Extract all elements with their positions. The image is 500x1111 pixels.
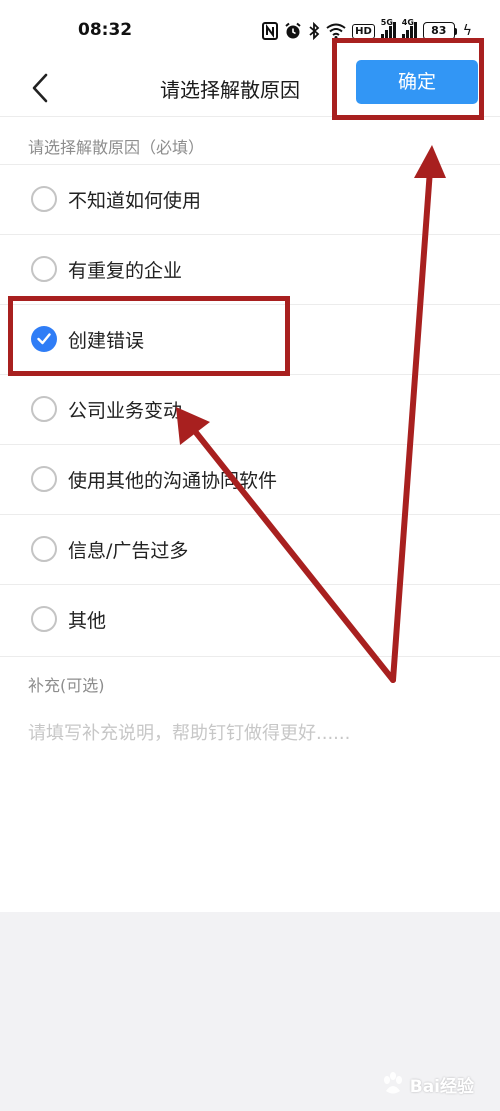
wifi-icon bbox=[326, 23, 346, 39]
hd-badge: HD bbox=[352, 23, 375, 39]
reason-option-label: 有重复的企业 bbox=[68, 260, 183, 282]
bluetooth-icon bbox=[309, 22, 320, 40]
supplement-section-label: 补充(可选) bbox=[28, 676, 105, 695]
back-button[interactable] bbox=[24, 70, 56, 106]
nfc-icon bbox=[262, 22, 279, 40]
reason-option[interactable]: 有重复的企业 bbox=[0, 234, 500, 304]
reason-option-label: 信息/广告过多 bbox=[68, 540, 189, 562]
divider bbox=[0, 656, 500, 657]
status-time: 08:32 bbox=[78, 20, 133, 40]
baidu-paw-icon bbox=[383, 1072, 402, 1094]
supplement-input[interactable] bbox=[28, 718, 468, 748]
watermark-text: Bai经验 bbox=[409, 1076, 474, 1097]
signal-4g-label: 4G bbox=[401, 18, 414, 27]
page-title: 请选择解散原因 bbox=[160, 78, 300, 102]
radio-unchecked-icon[interactable] bbox=[31, 536, 57, 562]
signal-5g-label: 5G bbox=[380, 18, 393, 27]
reasons-section-label: 请选择解散原因（必填） bbox=[28, 138, 205, 157]
radio-unchecked-icon[interactable] bbox=[31, 256, 57, 282]
reason-option-label: 其他 bbox=[68, 610, 107, 632]
alarm-icon bbox=[285, 22, 301, 39]
reason-option-label: 公司业务变动 bbox=[68, 400, 183, 422]
charging-icon: ϟ bbox=[462, 23, 472, 39]
reason-option[interactable]: 公司业务变动 bbox=[0, 374, 500, 444]
watermark: Bai经验 bbox=[380, 1071, 474, 1097]
annotation-highlight-confirm bbox=[332, 38, 484, 120]
radio-unchecked-icon[interactable] bbox=[31, 606, 57, 632]
reason-option-label: 使用其他的沟通协同软件 bbox=[68, 470, 278, 492]
reason-option[interactable]: 使用其他的沟通协同软件 bbox=[0, 444, 500, 514]
reason-option[interactable]: 其他 bbox=[0, 584, 500, 654]
reason-option[interactable]: 信息/广告过多 bbox=[0, 514, 500, 584]
chevron-left-icon bbox=[32, 73, 48, 103]
radio-unchecked-icon[interactable] bbox=[31, 396, 57, 422]
radio-unchecked-icon[interactable] bbox=[31, 466, 57, 492]
reason-option[interactable]: 不知道如何使用 bbox=[0, 164, 500, 234]
radio-unchecked-icon[interactable] bbox=[31, 186, 57, 212]
page-content: 08:32 HD 5G 4G 83 ϟ 请选择解散原因 确定 请选择解散原因（必… bbox=[0, 0, 500, 912]
annotation-highlight-selected-option bbox=[8, 296, 290, 376]
reason-option-label: 不知道如何使用 bbox=[68, 190, 202, 212]
